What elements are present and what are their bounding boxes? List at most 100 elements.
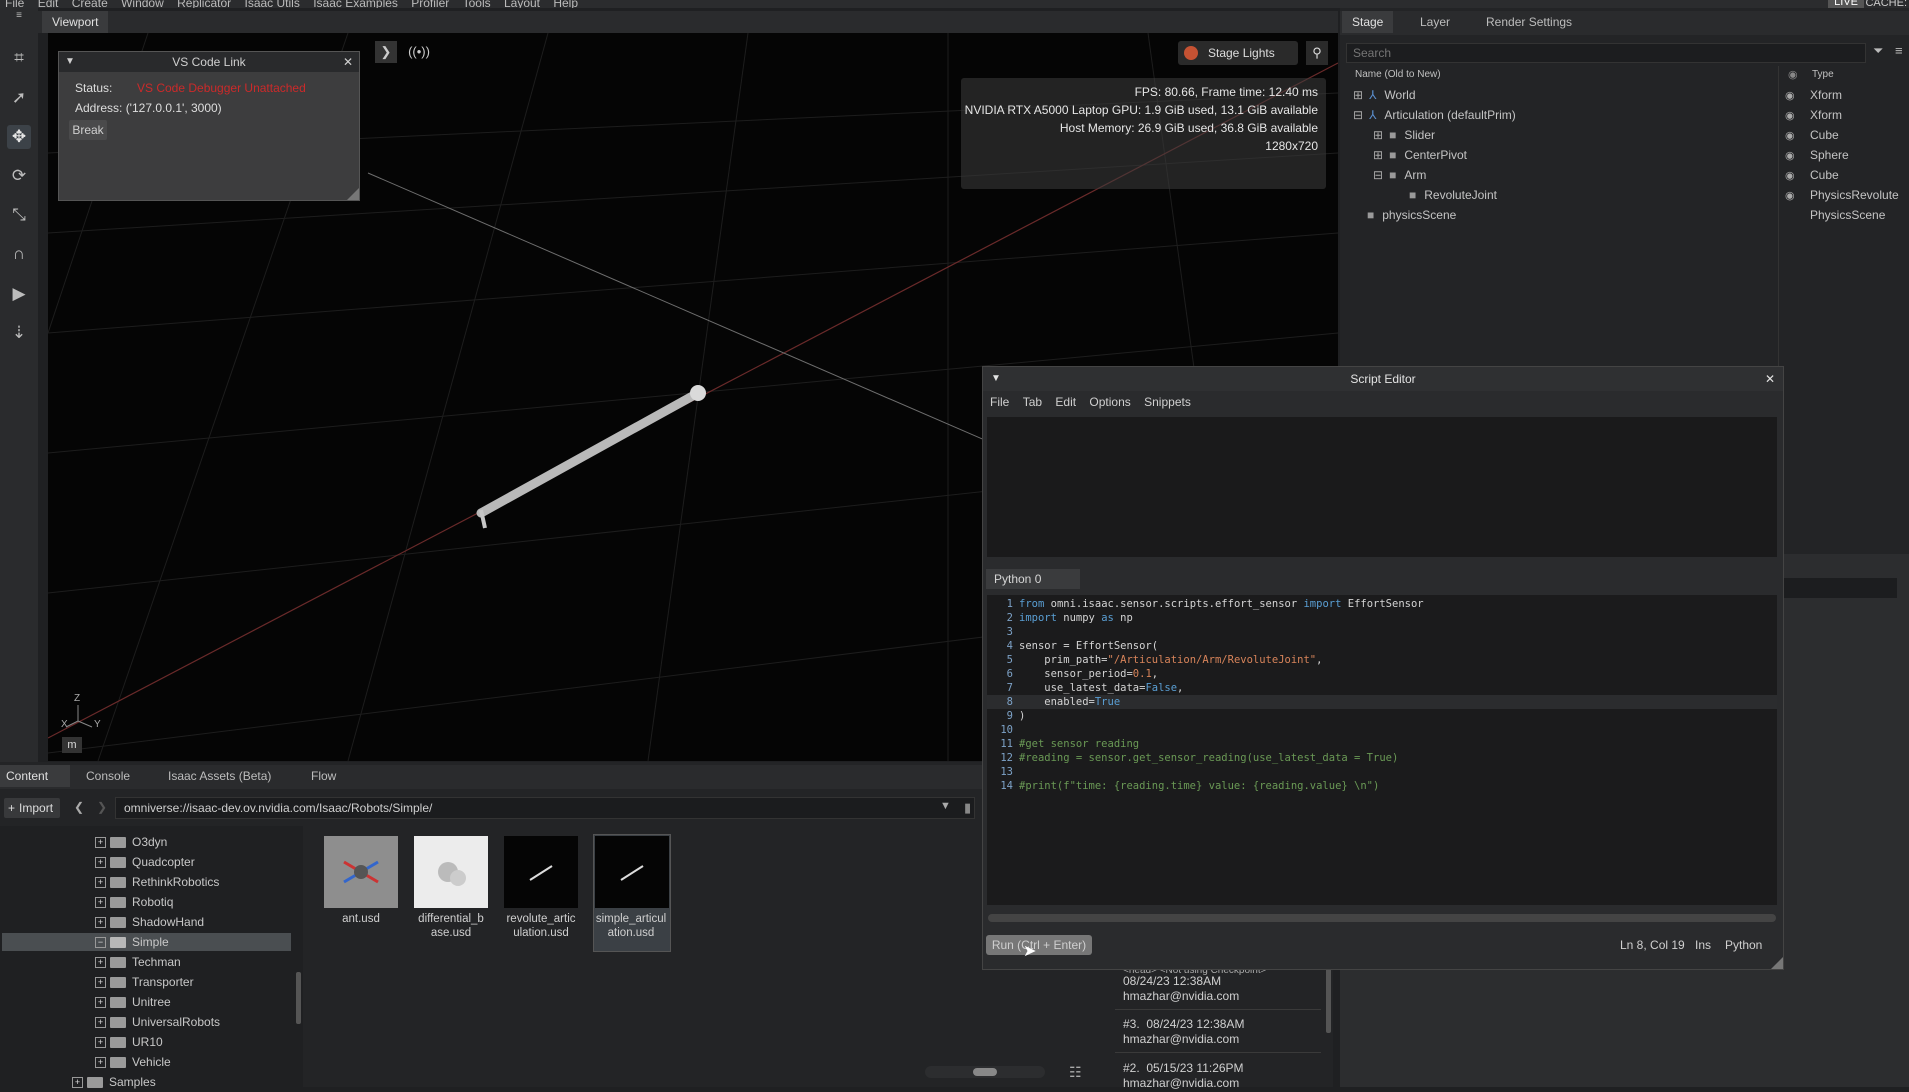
back-arrow-icon[interactable]: ❮ [74, 800, 84, 814]
output-area[interactable] [987, 417, 1777, 557]
import-button[interactable]: + Import [4, 798, 60, 818]
name-column-header[interactable]: Name (Old to New) [1355, 69, 1441, 80]
eye-icon[interactable]: ◉ [1785, 126, 1805, 146]
folder-item[interactable]: + ShadowHand [95, 912, 204, 932]
folder-item-selected[interactable]: − Simple [95, 932, 169, 952]
file-label-ant[interactable]: ant.usd [319, 912, 403, 926]
folder-item[interactable]: + Techman [95, 952, 181, 972]
folder-item[interactable]: + Transporter [95, 972, 194, 992]
close-icon[interactable]: ✕ [1765, 367, 1775, 391]
code-editor[interactable]: 1 from omni.isaac.sensor.scripts.effort_s… [987, 595, 1777, 905]
stage-row-slider[interactable]: ⊞ ■ Slider [1373, 125, 1435, 145]
folder-item[interactable]: + RethinkRobotics [95, 872, 219, 892]
menu-layout[interactable]: Layout [504, 0, 540, 8]
folder-item[interactable]: + Vehicle [95, 1052, 171, 1072]
checkpoint-2[interactable]: #2. 05/15/23 11:26PM [1123, 1061, 1244, 1076]
menu-edit[interactable]: Edit [38, 0, 59, 8]
slider-handle[interactable] [973, 1068, 997, 1076]
physics-drop-icon[interactable]: ⇣ [7, 321, 31, 345]
stage-row-physicsscene[interactable]: ■ physicsScene [1367, 205, 1456, 225]
eye-icon[interactable]: ◉ [1785, 86, 1805, 106]
unit-indicator[interactable]: m [62, 737, 82, 753]
tab-python-0[interactable]: Python 0 [986, 569, 1080, 589]
path-dropdown-icon[interactable]: ▼ [940, 800, 951, 812]
menu-edit[interactable]: Edit [1055, 395, 1076, 409]
menu-file[interactable]: File [5, 0, 24, 8]
thumbnail-simple-articulation[interactable] [595, 836, 669, 908]
eye-icon[interactable]: ◉ [1785, 106, 1805, 126]
tab-isaac-assets[interactable]: Isaac Assets (Beta) [158, 765, 281, 787]
file-label-simple-articulation[interactable]: simple_articul ation.usd [589, 912, 673, 940]
rotate-tool-icon[interactable]: ⟳ [7, 164, 31, 188]
filter-icon[interactable]: ⏷ [1873, 43, 1883, 59]
stage-row-articulation[interactable]: ⊟ ⅄ Articulation (defaultPrim) [1353, 105, 1516, 125]
play-icon[interactable]: ▶ [7, 282, 31, 306]
thumbnail-revolute-articulation[interactable] [504, 836, 578, 908]
stage-row-arm[interactable]: ⊟ ■ Arm [1373, 165, 1426, 185]
live-button[interactable]: LIVE [1828, 0, 1864, 8]
vscode-link-titlebar[interactable]: ▼ VS Code Link ✕ [59, 52, 359, 72]
folder-item[interactable]: + UniversalRobots [95, 1012, 220, 1032]
thumbnail-size-slider[interactable] [925, 1066, 1045, 1078]
stage-row-centerpivot[interactable]: ⊞ ■ CenterPivot [1373, 145, 1467, 165]
list-view-icon[interactable]: ☷ [1069, 1064, 1082, 1081]
drag-handle-icon[interactable]: ≡ [7, 11, 31, 36]
tab-layer[interactable]: Layer [1410, 11, 1460, 33]
menu-window[interactable]: Window [121, 0, 164, 8]
bookmark-icon[interactable]: ▮ [964, 800, 971, 816]
stage-row-revolutejoint[interactable]: ■ RevoluteJoint [1409, 185, 1497, 205]
forward-arrow-icon[interactable]: ❯ [97, 800, 107, 814]
folder-item[interactable]: + Samples [72, 1072, 156, 1092]
menu-help[interactable]: Help [553, 0, 578, 8]
snap-magnet-icon[interactable]: ∩ [7, 242, 31, 266]
location-pin-icon[interactable]: ⚲ [1306, 41, 1328, 65]
folder-item[interactable]: + Robotiq [95, 892, 173, 912]
collapse-triangle-icon[interactable]: ▼ [65, 52, 75, 72]
menu-tools[interactable]: Tools [463, 0, 491, 8]
stage-lights-button[interactable]: Stage Lights [1178, 41, 1298, 65]
script-editor-titlebar[interactable]: ▼ Script Editor ✕ [983, 367, 1783, 391]
thumbnail-differential-base[interactable] [414, 836, 488, 908]
move-tool-icon[interactable]: ✥ [7, 125, 31, 149]
expand-icon[interactable]: ⊞ [1353, 88, 1363, 102]
tab-render-settings[interactable]: Render Settings [1476, 11, 1582, 33]
close-icon[interactable]: ✕ [343, 52, 353, 72]
file-label-differential-base[interactable]: differential_b ase.usd [409, 912, 493, 940]
type-column-header[interactable]: Type [1812, 69, 1834, 80]
eye-icon[interactable]: ◉ [1785, 186, 1805, 206]
folder-item[interactable]: + O3dyn [95, 832, 167, 852]
scale-tool-icon[interactable]: ⤡ [7, 203, 31, 227]
select-arrow-icon[interactable]: ➚ [7, 86, 31, 110]
expand-icon[interactable]: ⊞ [1373, 148, 1383, 162]
path-field[interactable]: omniverse://isaac-dev.ov.nvidia.com/Isaa… [115, 797, 975, 819]
stage-search-input[interactable] [1346, 43, 1866, 63]
menu-options[interactable]: Options [1089, 395, 1130, 409]
menu-profiler[interactable]: Profiler [411, 0, 449, 8]
tab-content[interactable]: Content [0, 765, 71, 787]
break-button[interactable]: Break [69, 120, 107, 140]
menu-create[interactable]: Create [72, 0, 108, 8]
horizontal-scrollbar[interactable] [988, 914, 1776, 922]
resize-grip-icon[interactable] [347, 188, 359, 200]
menu-lines-icon[interactable]: ≡ [1895, 43, 1903, 58]
folder-scrollbar[interactable] [296, 972, 301, 1024]
stage-row-world[interactable]: ⊞ ⅄ World [1353, 85, 1416, 105]
broadcast-icon[interactable]: ((•)) [405, 41, 433, 63]
eye-icon[interactable]: ◉ [1785, 146, 1805, 166]
help-select-icon[interactable]: ⌗ [7, 46, 31, 70]
collapse-icon[interactable]: ⊟ [1373, 168, 1383, 182]
tab-stage[interactable]: Stage [1342, 11, 1394, 33]
file-label-revolute-articulation[interactable]: revolute_artic ulation.usd [499, 912, 583, 940]
menu-isaac-utils[interactable]: Isaac Utils [245, 0, 300, 8]
expand-icon[interactable]: ⊞ [1373, 128, 1383, 142]
menu-snippets[interactable]: Snippets [1144, 395, 1191, 409]
eye-icon[interactable]: ◉ [1785, 166, 1805, 186]
property-search-field[interactable] [1782, 578, 1897, 598]
menu-tab[interactable]: Tab [1023, 395, 1042, 409]
menu-replicator[interactable]: Replicator [177, 0, 231, 8]
checkpoint-3[interactable]: #3. 08/24/23 12:38AM [1123, 1017, 1244, 1032]
folder-item[interactable]: + UR10 [95, 1032, 163, 1052]
folder-item[interactable]: + Unitree [95, 992, 171, 1012]
menu-isaac-examples[interactable]: Isaac Examples [313, 0, 398, 8]
resize-grip-icon[interactable] [1771, 957, 1783, 969]
